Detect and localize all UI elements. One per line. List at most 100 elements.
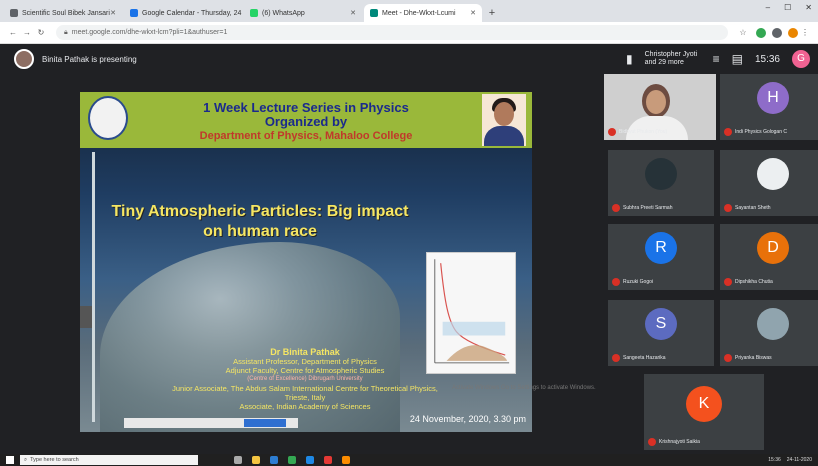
mic-off-icon [612, 354, 620, 362]
people-icon[interactable]: ▮ [626, 52, 633, 66]
chrome-icon[interactable] [288, 456, 296, 464]
browser-tab-4[interactable]: Meet - Dhe-Wkxt-Lcumi ✕ [364, 4, 482, 22]
extension-icon[interactable] [756, 27, 766, 38]
new-tab-button[interactable]: + [484, 4, 500, 22]
close-icon[interactable]: ✕ [110, 9, 116, 17]
file-explorer-icon[interactable] [252, 456, 260, 464]
participant-tile[interactable]: D Dipshikha Chutia [720, 224, 818, 290]
mic-off-icon [612, 204, 620, 212]
participant-tile[interactable]: S Sangeeta Hazarika [608, 300, 714, 366]
participant-avatar [645, 158, 677, 190]
participant-tile[interactable]: H Indi Physics Gologan C [720, 74, 818, 140]
participant-tile[interactable]: R Ruzuki Gogoi [608, 224, 714, 290]
edge-icon[interactable] [270, 456, 278, 464]
search-placeholder: Type here to search [30, 457, 79, 463]
participant-grid: Bidhyut Phukon (You) H Indi Physics Golo… [600, 74, 818, 454]
tray-time[interactable]: 15:36 [768, 457, 781, 463]
system-tray: 15:36 24-11-2020 [768, 457, 812, 463]
tab-label: (6) WhatsApp [262, 9, 305, 17]
speaker-block: Dr Binita Pathak Assistant Professor, De… [170, 347, 440, 412]
participant-tile[interactable]: Priyanka Biswas [720, 300, 818, 366]
browser-tab-1[interactable]: Scientific Soul Bibek Jansari ✕ [4, 4, 122, 22]
participant-name: Krishnajyoti Saikia [659, 439, 700, 445]
presenter-avatar [14, 49, 34, 69]
participant-name: Dipshikha Chutia [735, 279, 773, 285]
meet-icon [370, 9, 378, 17]
taskbar-apps [234, 456, 350, 464]
minimize-button[interactable]: – [766, 3, 770, 12]
participant-avatar: R [645, 232, 677, 264]
taskbar-search-input[interactable]: ⌕ Type here to search [20, 455, 198, 465]
participant-avatar [757, 308, 789, 340]
profile-icon[interactable] [788, 27, 798, 38]
slide-divider [92, 152, 95, 422]
close-icon[interactable]: ✕ [350, 9, 356, 17]
tray-date[interactable]: 24-11-2020 [787, 457, 812, 463]
participants-summary[interactable]: Christopher Jyoti and 29 more [645, 51, 701, 67]
task-view-icon[interactable] [234, 456, 242, 464]
url-text: meet.google.com/dhe-wkxt-lcm?pli=1&authu… [71, 29, 228, 36]
os-taskbar: ⌕ Type here to search 15:36 24-11-2020 [0, 454, 818, 466]
participant-tile[interactable]: Sayantan Sheth [720, 150, 818, 216]
tab-label: Scientific Soul Bibek Jansari [22, 9, 110, 17]
slide-toolbar [124, 418, 298, 428]
activate-windows-note: Activate Windows Go to Settings to activ… [452, 385, 596, 391]
windows-start-icon[interactable] [6, 456, 14, 464]
speaker-role-1: Assistant Professor, Department of Physi… [233, 357, 377, 366]
participant-avatar: D [757, 232, 789, 264]
participant-avatar: H [757, 82, 789, 114]
star-icon[interactable]: ☆ [736, 28, 750, 37]
participant-name: Subhra Preeti Sarmah [623, 205, 673, 211]
close-window-button[interactable]: ✕ [805, 3, 812, 12]
banner-line-1: 1 Week Lecture Series in Physics [203, 100, 409, 115]
url-input[interactable]: 🔒︎ meet.google.com/dhe-wkxt-lcm?pli=1&au… [56, 25, 728, 40]
app-icon[interactable] [324, 456, 332, 464]
presentation-slide: 1 Week Lecture Series in Physics Organiz… [80, 92, 532, 432]
maximize-button[interactable]: ☐ [784, 3, 791, 12]
chat-icon[interactable]: ▤ [732, 52, 743, 66]
participant-name: Sangeeta Hazarika [623, 355, 666, 361]
participant-tile[interactable]: K Krishnajyoti Saikia [644, 374, 764, 450]
meeting-time: 15:36 [754, 53, 780, 65]
forward-icon[interactable]: → [20, 28, 34, 37]
speaker-name: Dr Binita Pathak [270, 347, 340, 357]
reload-icon[interactable]: ↻ [34, 28, 48, 37]
mic-off-icon [724, 128, 732, 136]
participant-name: Bidhyut Phukon (You) [619, 129, 668, 135]
screen: Scientific Soul Bibek Jansari ✕ Google C… [0, 0, 818, 466]
app-icon[interactable] [342, 456, 350, 464]
speaker-role-3: Junior Associate, The Abdus Salam Intern… [172, 384, 438, 402]
menu-icon[interactable]: ⋮ [798, 28, 812, 37]
extension-icon[interactable] [772, 27, 782, 38]
browser-tab-2[interactable]: Google Calendar - Thursday, 24 ✕ [124, 4, 242, 22]
participant-tile[interactable]: Bidhyut Phukon (You) [604, 74, 716, 140]
tab-label: Meet - Dhe-Wkxt-Lcumi [382, 9, 456, 17]
header-controls: ▮ Christopher Jyoti and 29 more ≡ ▤ 15:3… [626, 50, 810, 68]
browser-tab-3[interactable]: (6) WhatsApp ✕ [244, 4, 362, 22]
back-icon[interactable]: ← [6, 28, 20, 37]
participant-name: Priyanka Biswas [735, 355, 772, 361]
app-icon[interactable] [306, 456, 314, 464]
whatsapp-icon [250, 9, 258, 17]
participant-avatar: S [645, 308, 677, 340]
participant-avatar [757, 158, 789, 190]
mic-off-icon [608, 128, 616, 136]
slide-title: Tiny Atmospheric Particles: Big impact o… [111, 203, 409, 240]
search-icon: ⌕ [24, 456, 28, 463]
layout-icon[interactable]: ≡ [713, 52, 720, 66]
meet-header: Binita Pathak is presenting ▮ Christophe… [0, 44, 818, 74]
address-bar: ← → ↻ 🔒︎ meet.google.com/dhe-wkxt-lcm?pl… [0, 22, 818, 44]
participant-tile[interactable]: Subhra Preeti Sarmah [608, 150, 714, 216]
presenting-label: Binita Pathak is presenting [42, 54, 137, 64]
my-avatar[interactable]: G [792, 50, 810, 68]
close-icon[interactable]: ✕ [241, 9, 242, 17]
close-icon[interactable]: ✕ [470, 9, 476, 17]
participant-name: Ruzuki Gogoi [623, 279, 654, 285]
banner-line-3: Department of Physics, Mahaloo College [199, 130, 413, 142]
tab-label: Google Calendar - Thursday, 24 [142, 9, 242, 17]
speaker-photo [482, 94, 526, 146]
slide-action-button[interactable] [244, 419, 286, 427]
mic-off-icon [724, 354, 732, 362]
lock-icon: 🔒︎ [64, 28, 68, 36]
speaker-role-4: Associate, Indian Academy of Sciences [239, 402, 371, 411]
